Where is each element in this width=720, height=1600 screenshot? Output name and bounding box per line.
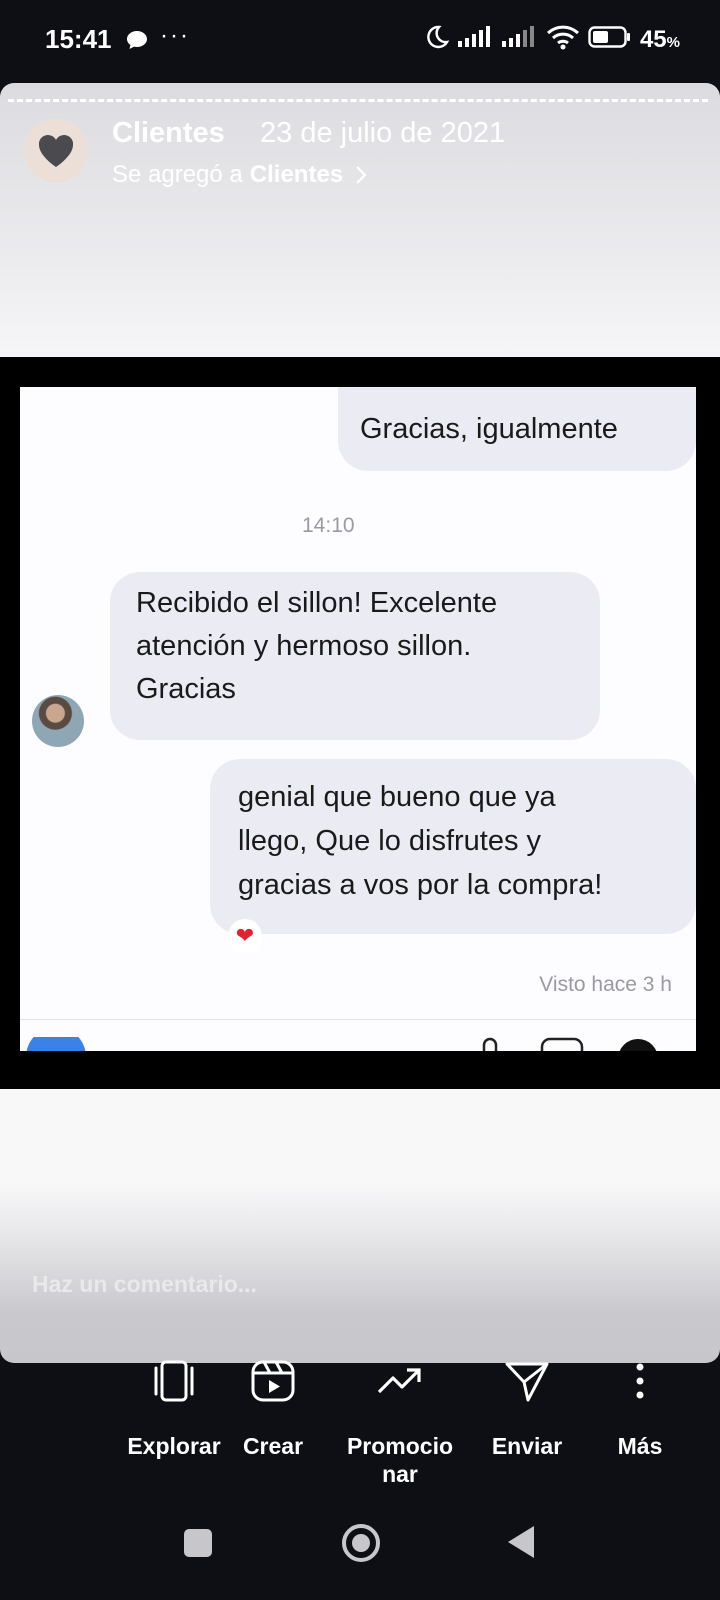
message-line: gracias a vos por la compra! <box>238 869 603 901</box>
send-icon <box>505 1362 549 1402</box>
camera-icon <box>26 1037 86 1051</box>
system-nav-bar <box>0 1490 720 1600</box>
story-image: Gracias, igualmente 14:10 Recibido el si… <box>0 357 720 1089</box>
promote-label: Promocio <box>346 1433 454 1459</box>
chat-screenshot: Gracias, igualmente 14:10 Recibido el si… <box>20 387 696 1051</box>
signal-icon <box>501 26 538 53</box>
status-time: 15:41 <box>45 24 112 54</box>
highlight-name: Clientes <box>249 161 344 188</box>
message-bubble-received: Recibido el sillon! Excelente atención y… <box>110 572 600 740</box>
explore-icon <box>154 1360 194 1402</box>
comment-input[interactable]: Haz un comentario... <box>32 1271 257 1298</box>
chevron-right-icon <box>356 166 367 184</box>
recents-icon[interactable] <box>183 1528 213 1558</box>
story-action-bar: Explorar Crear Promocio nar Enviar Más <box>0 1360 720 1487</box>
create-button[interactable]: Crear <box>203 1360 343 1460</box>
signal-icon <box>457 26 494 53</box>
message-line: genial que bueno que ya <box>238 781 556 813</box>
seen-status: Visto hace 3 h <box>539 973 672 996</box>
message-line: Recibido el sillon! Excelente <box>136 587 498 619</box>
added-to-highlight-link[interactable]: Se agregó a Clientes <box>112 161 367 189</box>
story-username[interactable]: Clientes <box>112 117 225 150</box>
mic-icon <box>482 1037 498 1051</box>
create-label: Crear <box>242 1433 304 1459</box>
heart-reaction-icon: ❤ <box>228 919 262 953</box>
message-line: Gracias <box>136 673 236 705</box>
message-line: llego, Que lo disfrutes y <box>238 825 542 857</box>
story-card[interactable]: Clientes 23 de julio de 2021 Se agregó a… <box>0 83 720 1363</box>
story-progress-bar <box>8 99 708 102</box>
trending-up-icon <box>377 1368 421 1394</box>
message-bubble-sent: Gracias, igualmente <box>338 387 696 471</box>
more-notifications-icon: ··· <box>160 22 190 49</box>
more-label: Más <box>617 1433 663 1459</box>
battery-percent: 45% <box>639 25 680 53</box>
moon-icon <box>424 24 450 55</box>
gallery-icon <box>540 1037 584 1051</box>
message-timestamp: 14:10 <box>302 514 355 537</box>
message-text: Gracias, igualmente <box>360 413 618 445</box>
sender-avatar <box>32 695 84 747</box>
wifi-icon <box>546 24 580 55</box>
promote-button[interactable]: Promocio nar <box>330 1360 470 1488</box>
chat-bubble-icon <box>126 30 148 55</box>
more-button[interactable]: Más <box>570 1360 710 1460</box>
divider <box>20 1019 696 1020</box>
home-icon[interactable] <box>340 1522 382 1564</box>
status-bar: 15:41 ··· 45% <box>0 0 720 80</box>
battery-icon <box>588 25 632 54</box>
added-prefix: Se agregó a <box>112 161 243 188</box>
message-line: atención y hermoso sillon. <box>136 630 472 662</box>
create-reel-icon <box>251 1360 295 1402</box>
sticker-icon <box>619 1039 657 1051</box>
heart-icon <box>38 135 74 167</box>
story-date: 23 de julio de 2021 <box>260 117 506 149</box>
message-bubble-sent: genial que bueno que ya llego, Que lo di… <box>210 759 696 934</box>
highlight-avatar[interactable] <box>24 119 88 183</box>
back-icon[interactable] <box>506 1524 536 1560</box>
more-vertical-icon <box>636 1363 644 1399</box>
promote-label-cont: nar <box>382 1461 418 1487</box>
